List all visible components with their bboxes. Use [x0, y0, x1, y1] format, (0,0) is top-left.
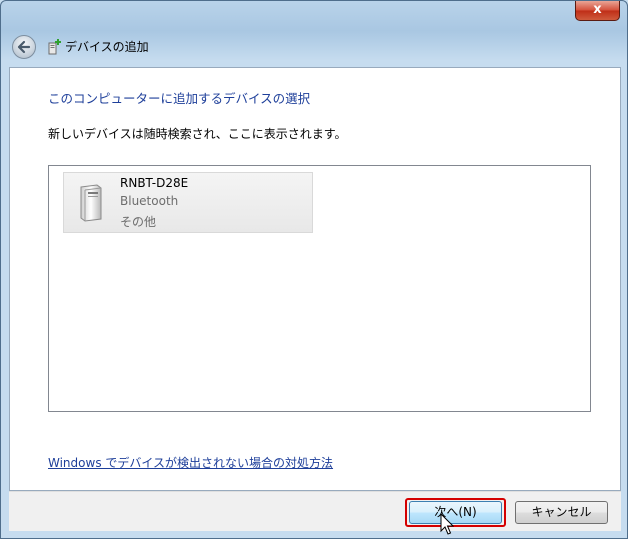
next-button[interactable]: 次へ(N) — [409, 501, 502, 524]
device-type: Bluetooth — [120, 194, 179, 208]
device-item[interactable]: RNBT-D28E Bluetooth その他 — [63, 172, 313, 233]
help-link[interactable]: Windows でデバイスが検出されない場合の対処方法 — [48, 454, 333, 471]
window-title: デバイスの追加 — [65, 40, 149, 54]
content-panel: このコンピューターに追加するデバイスの選択 新しいデバイスは随時検索され、ここに… — [9, 67, 621, 491]
close-button[interactable]: x — [575, 1, 620, 21]
add-device-icon — [48, 39, 61, 55]
device-list[interactable]: RNBT-D28E Bluetooth その他 — [48, 165, 591, 412]
device-name: RNBT-D28E — [120, 176, 189, 190]
device-category: その他 — [120, 215, 157, 229]
page-description: 新しいデバイスは随時検索され、ここに表示されます。 — [48, 127, 347, 141]
cancel-button[interactable]: キャンセル — [515, 501, 608, 524]
back-button[interactable] — [12, 35, 36, 59]
dialog-window: x デバイスの追加 このコンピューターに追加するデバイスの選択 新しいデバイスは… — [0, 0, 628, 539]
back-arrow-icon — [17, 40, 31, 54]
button-bar: 次へ(N) キャンセル — [9, 491, 621, 531]
device-tower-icon — [80, 184, 102, 222]
page-heading: このコンピューターに追加するデバイスの選択 — [48, 91, 311, 106]
mouse-cursor-icon — [440, 513, 454, 535]
